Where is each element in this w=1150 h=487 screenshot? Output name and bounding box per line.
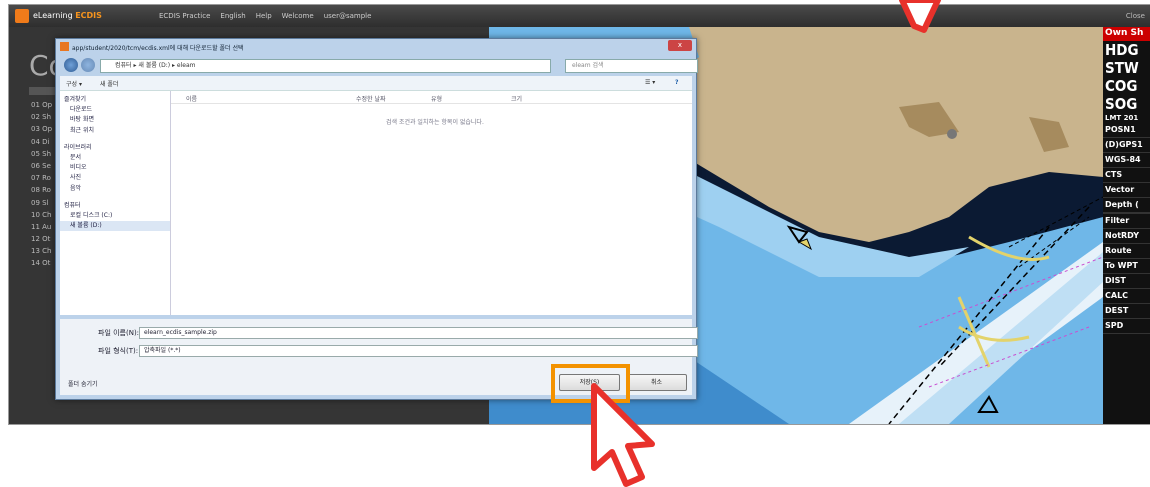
filter-label[interactable]: Filter	[1103, 214, 1150, 229]
course-item[interactable]: 10 Ch	[31, 209, 52, 221]
help-icon[interactable]: ?	[675, 79, 678, 86]
own-ship-panel: Own Sh HDG STW COG SOG LMT 201 POSN1 (D)…	[1103, 27, 1150, 424]
gps-label[interactable]: (D)GPS1	[1103, 138, 1150, 153]
course-item[interactable]: 05 Sh	[31, 148, 52, 160]
pointer-arrow-icon	[591, 383, 655, 487]
new-folder-button[interactable]: 새 폴더	[100, 79, 118, 88]
stw-label: STW	[1105, 59, 1139, 77]
spd-label: SPD	[1103, 319, 1150, 334]
nav-item-documents[interactable]: 문서	[60, 153, 170, 163]
menu-item-help[interactable]: Help	[256, 12, 272, 20]
nav-item-computer[interactable]: 컴퓨터	[60, 201, 170, 211]
course-list: 01 Op 02 Sh 03 Op 04 Di 05 Sh 06 Se 07 R…	[31, 99, 52, 270]
menu-item-practice[interactable]: ECDIS Practice	[159, 12, 210, 20]
nav-item-music[interactable]: 음악	[60, 184, 170, 194]
file-list-header: 이름 수정한 날짜 유형 크기	[171, 91, 692, 104]
app-name: eLearning ECDIS	[33, 11, 102, 20]
forward-arrow-icon[interactable]	[81, 58, 95, 72]
course-item[interactable]: 04 Di	[31, 136, 52, 148]
filename-label: 파일 이름(N):	[98, 329, 140, 337]
course-item[interactable]: 01 Op	[31, 99, 52, 111]
search-input[interactable]: eleam 검색	[565, 59, 698, 73]
course-item[interactable]: 09 Sl	[31, 197, 52, 209]
back-arrow-icon[interactable]	[64, 58, 78, 72]
top-bar: eLearning ECDIS ECDIS Practice English H…	[9, 5, 1150, 27]
app-name-prefix: eLearning	[33, 11, 73, 20]
filename-input[interactable]: elearn_ecdis_sample.zip	[139, 327, 698, 339]
sog-label: SOG	[1105, 95, 1138, 113]
depth-label: Depth (	[1103, 198, 1150, 213]
notrdy-label: NotRDY	[1103, 229, 1150, 244]
dialog-title: app/student/2020/tcm/ecdis.xml에 대해 다운로드할…	[72, 45, 244, 52]
nav-item-local-disk[interactable]: 로컬 디스크 (C:)	[60, 211, 170, 221]
course-item[interactable]: 13 Ch	[31, 245, 52, 257]
vector-label[interactable]: Vector	[1103, 183, 1150, 198]
dialog-app-icon	[60, 42, 69, 51]
view-options-icon[interactable]: ☰ ▾	[645, 79, 655, 86]
app-name-brand: ECDIS	[75, 11, 102, 20]
organize-button[interactable]: 구성 ▾	[66, 79, 82, 88]
dest-label: DEST	[1103, 304, 1150, 319]
datum-label: WGS-84	[1103, 153, 1150, 168]
address-row: 컴퓨터 ▸ 새 볼륨 (D:) ▸ eleam eleam 검색	[60, 58, 698, 73]
nav-item-favorites[interactable]: 즐겨찾기	[60, 95, 170, 105]
nav-item-desktop[interactable]: 바탕 화면	[60, 115, 170, 125]
course-item[interactable]: 14 Ot	[31, 257, 52, 269]
file-list[interactable]: 이름 수정한 날짜 유형 크기 검색 조건과 일치하는 항목이 없습니다.	[171, 91, 692, 315]
top-menu: ECDIS Practice English Help Welcome user…	[159, 12, 371, 20]
route-label[interactable]: Route	[1103, 244, 1150, 259]
posn-label[interactable]: POSN1	[1103, 123, 1150, 138]
dialog-title-bar[interactable]: app/student/2020/tcm/ecdis.xml에 대해 다운로드할…	[56, 39, 696, 55]
nav-item-recent[interactable]: 최근 위치	[60, 126, 170, 136]
calc-label[interactable]: CALC	[1103, 289, 1150, 304]
column-name[interactable]: 이름	[186, 94, 197, 103]
course-item[interactable]: 03 Op	[31, 123, 52, 135]
nav-item-pictures[interactable]: 사진	[60, 173, 170, 183]
course-item[interactable]: 06 Se	[31, 160, 52, 172]
empty-message: 검색 조건과 일치하는 항목이 없습니다.	[386, 119, 484, 126]
nav-item-new-volume[interactable]: 새 볼륨 (D:)	[60, 221, 170, 232]
menu-item-user[interactable]: user@sample	[324, 12, 372, 20]
menu-item-language[interactable]: English	[220, 12, 245, 20]
course-item[interactable]: 08 Ro	[31, 184, 52, 196]
dialog-close-button[interactable]: x	[668, 40, 692, 51]
hide-folders-toggle[interactable]: 폴더 숨기기	[68, 379, 98, 388]
nav-item-libraries[interactable]: 라이브러리	[60, 143, 170, 153]
course-item[interactable]: 12 Ot	[31, 233, 52, 245]
app-logo-icon	[15, 9, 29, 23]
course-item[interactable]: 02 Sh	[31, 111, 52, 123]
nav-item-downloads[interactable]: 다운로드	[60, 105, 170, 115]
lmt-label: LMT 201	[1105, 114, 1139, 122]
navigation-pane: 즐겨찾기 다운로드 바탕 화면 최근 위치 라이브러리 문서 비디오 사진 음악…	[60, 91, 171, 315]
dialog-toolbar: 구성 ▾ 새 폴더 ☰ ▾ ?	[60, 76, 692, 91]
pointer-arrow-top-icon	[899, 0, 941, 33]
save-folder-dialog: app/student/2020/tcm/ecdis.xml에 대해 다운로드할…	[55, 38, 698, 400]
nav-item-videos[interactable]: 비디오	[60, 163, 170, 173]
close-link[interactable]: Close	[1126, 12, 1145, 20]
cog-label: COG	[1105, 77, 1138, 95]
filetype-label: 파일 형식(T):	[98, 347, 139, 355]
own-ship-header: Own Sh	[1103, 27, 1150, 41]
column-modified[interactable]: 수정한 날짜	[356, 94, 386, 103]
course-item[interactable]: 07 Ro	[31, 172, 52, 184]
hdg-label: HDG	[1105, 41, 1139, 59]
menu-item-welcome: Welcome	[281, 12, 314, 20]
address-bar[interactable]: 컴퓨터 ▸ 새 볼륨 (D:) ▸ eleam	[100, 59, 551, 73]
column-type[interactable]: 유형	[431, 94, 442, 103]
cts-label: CTS	[1103, 168, 1150, 183]
column-size[interactable]: 크기	[511, 94, 522, 103]
course-item[interactable]: 11 Au	[31, 221, 52, 233]
dist-label: DIST	[1103, 274, 1150, 289]
filetype-select[interactable]: 압축파일 (*.*)	[139, 345, 698, 357]
to-wpt-label: To WPT	[1103, 259, 1150, 274]
